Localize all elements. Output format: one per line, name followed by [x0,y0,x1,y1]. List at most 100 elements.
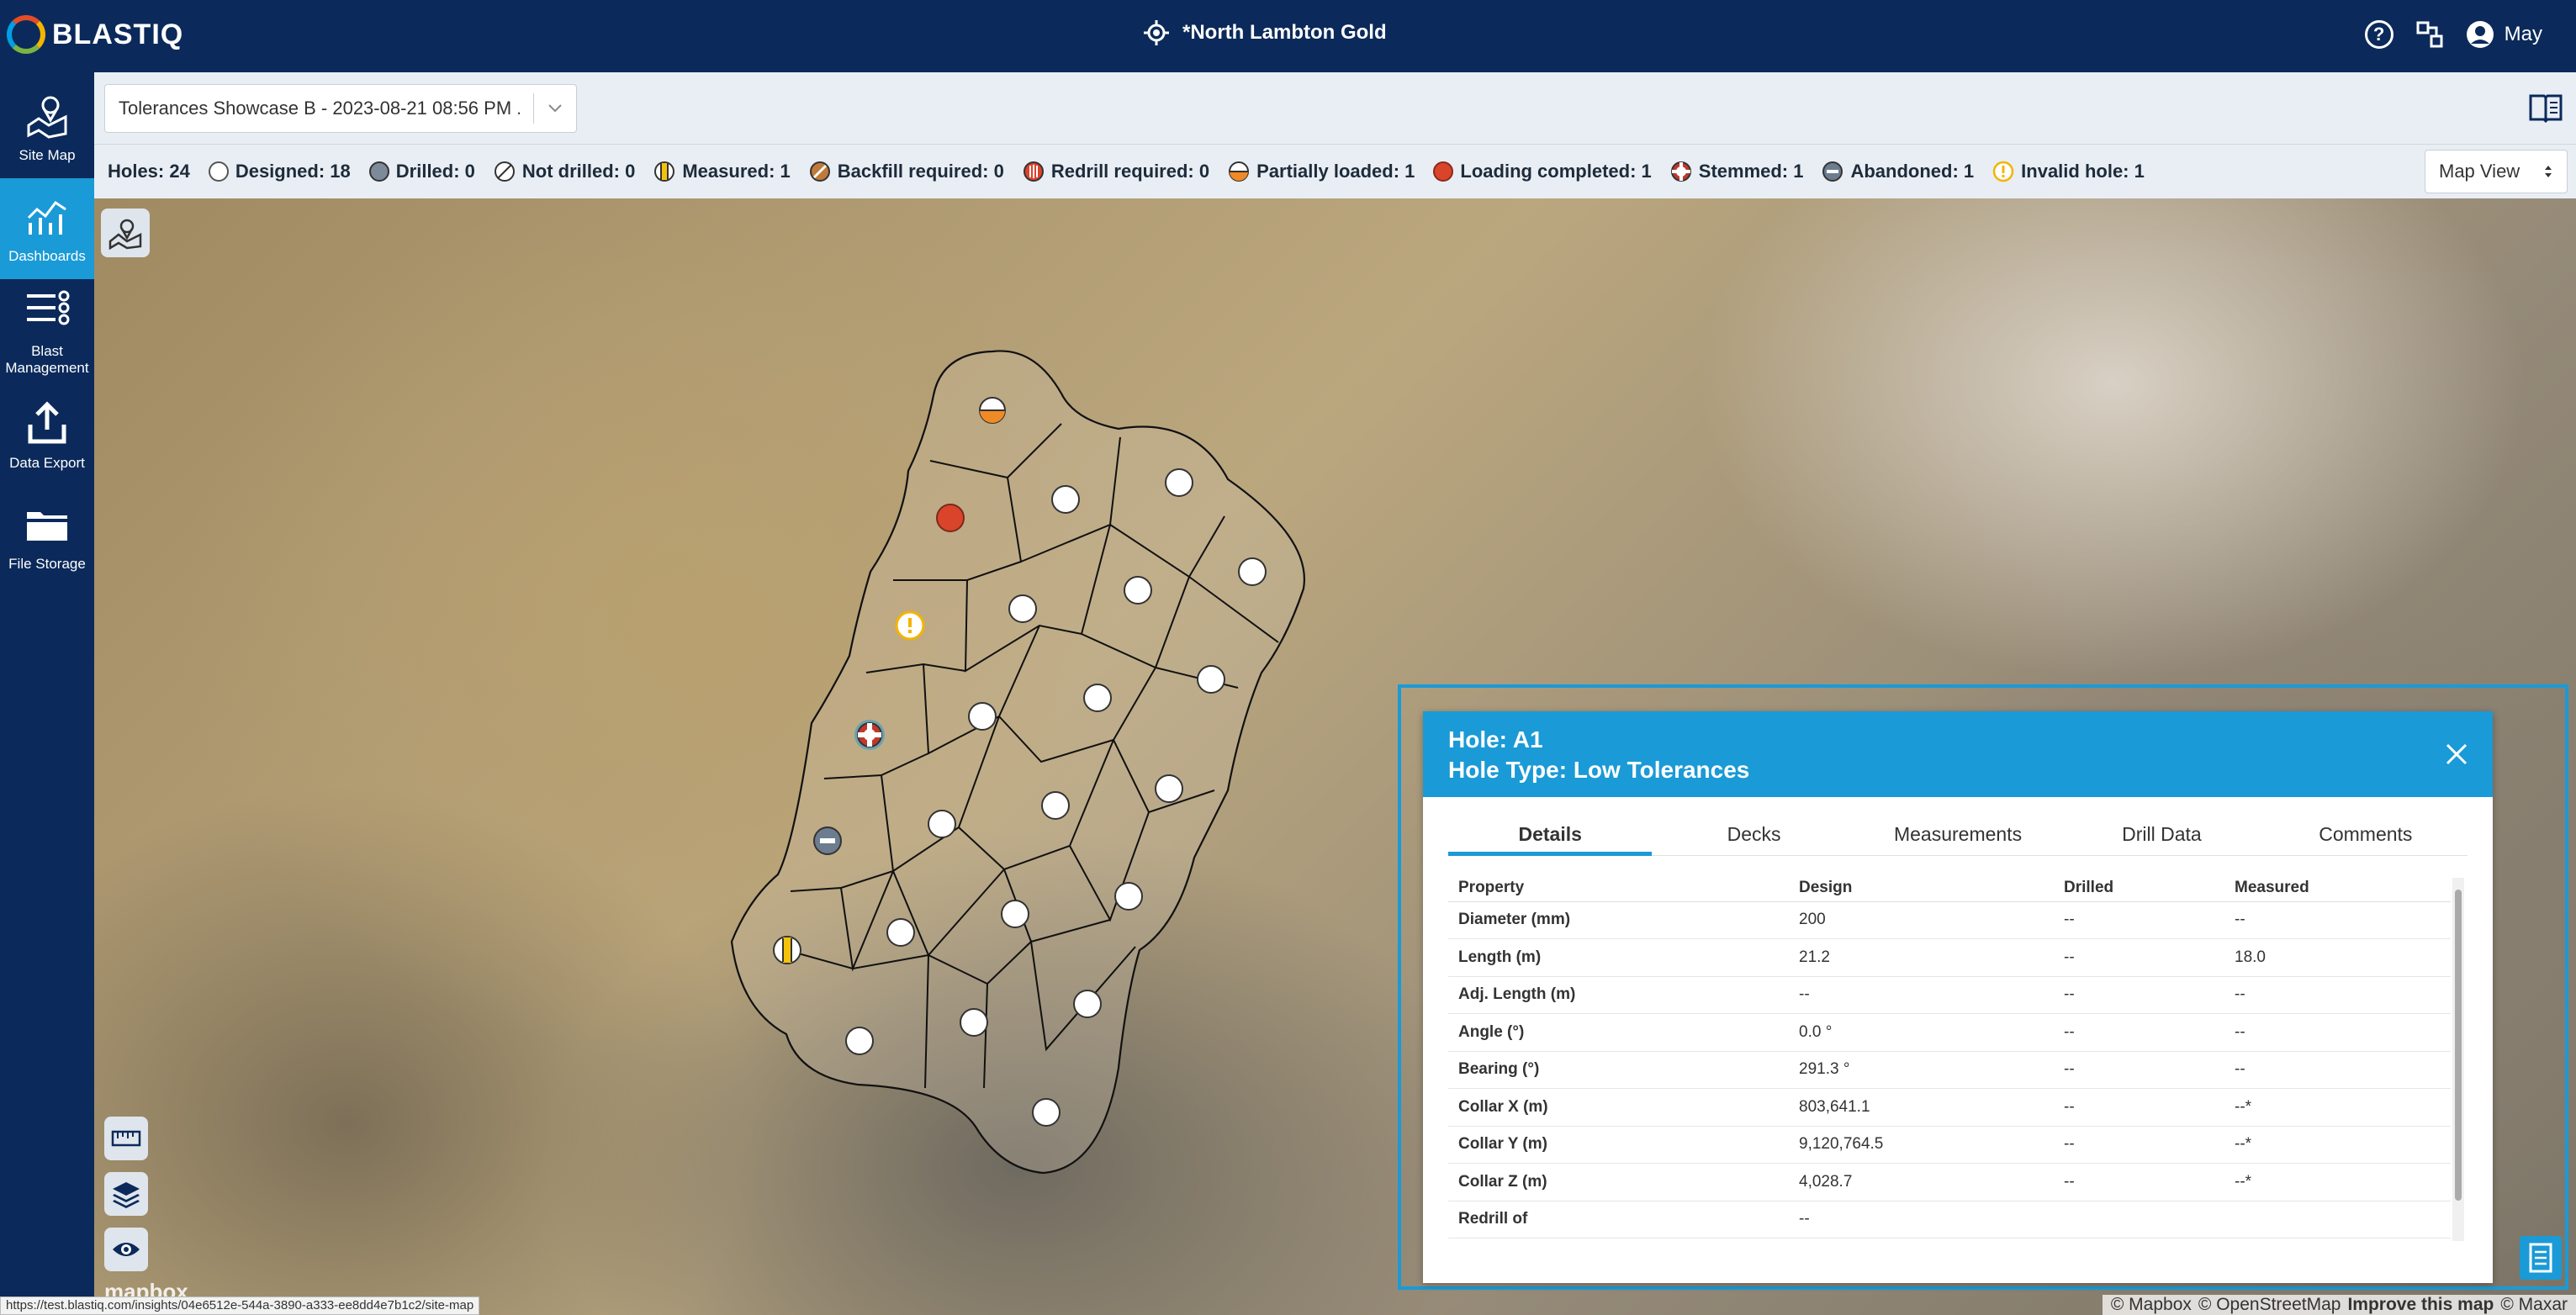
stat-abandoned[interactable]: Abandoned: 1 [1822,161,1974,182]
pattern-boundary [730,350,1305,1175]
hole-type: Hole Type: Low Tolerances [1448,757,1750,783]
column-header: Measured [2224,874,2451,902]
hole-loading-completed[interactable] [936,504,965,532]
stat-invalid[interactable]: Invalid hole: 1 [1992,161,2145,182]
maxar-attribution[interactable]: © Maxar [2500,1295,2568,1315]
status-url: https://test.blastiq.com/insights/04e651… [0,1297,480,1315]
value-cell: 0.0 ° [1789,1013,2054,1052]
stat-text: Measured: 1 [682,161,791,182]
loading-completed-icon [1433,161,1454,182]
location-target-icon [1144,20,1169,45]
drawer-toggle-button[interactable] [2520,1236,2562,1280]
property-cell: Redrill of [1448,1201,1789,1238]
blast-plan-select[interactable]: Tolerances Showcase B - 2023-08-21 08:56… [104,84,577,133]
scrollbar-thumb[interactable] [2455,890,2462,1201]
stat-text: Holes: 24 [108,161,190,182]
value-cell: 18.0 [2224,938,2451,977]
table-row: Length (m) 21.2 -- 18.0 [1448,938,2451,977]
stat-partially-loaded[interactable]: Partially loaded: 1 [1228,161,1415,182]
stat-not-drilled[interactable]: Not drilled: 0 [494,161,635,182]
app-logo[interactable]: BLASTIQ [7,15,183,54]
help-icon[interactable]: ? [2364,20,2394,49]
stat-holes: Holes: 24 [108,161,190,182]
user-guide-icon[interactable] [2527,89,2564,126]
stat-text: Stemmed: 1 [1698,161,1804,182]
nav-blast-management[interactable]: Blast Management [0,279,94,385]
logo-ring-icon [7,15,45,54]
stat-designed[interactable]: Designed: 18 [208,161,351,182]
tab-decks[interactable]: Decks [1652,812,1855,855]
stat-redrill[interactable]: Redrill required: 0 [1023,161,1209,182]
stat-text: Invalid hole: 1 [2021,161,2145,182]
dashboard-icon [27,200,66,235]
value-cell: -- [1789,1201,2054,1238]
stemmed-icon [1670,161,1691,182]
nav-label: File Storage [8,556,86,572]
stat-text: Loading completed: 1 [1460,161,1652,182]
value-cell: --* [2224,1126,2451,1164]
user-menu[interactable]: May [2466,20,2542,49]
value-cell: 291.3 ° [1789,1051,2054,1089]
layers-button[interactable] [104,1172,148,1216]
hole-abandoned[interactable] [813,826,842,855]
mapbox-attribution[interactable]: © Mapbox [2111,1295,2192,1315]
stat-loading-completed[interactable]: Loading completed: 1 [1433,161,1652,182]
table-scrollbar[interactable] [2452,878,2464,1241]
redrill-icon [1023,161,1044,182]
improve-map-link[interactable]: Improve this map [2347,1295,2494,1315]
value-cell: -- [2054,1013,2224,1052]
support-icon[interactable] [2415,20,2444,49]
stat-drilled[interactable]: Drilled: 0 [368,161,475,182]
nav-data-export[interactable]: Data Export [0,385,94,486]
property-cell: Collar Z (m) [1448,1163,1789,1201]
close-icon[interactable] [2442,740,2471,768]
not-drilled-icon [494,161,515,182]
nav-file-storage[interactable]: File Storage [0,486,94,587]
invalid-hole-icon [1992,161,2014,182]
hole-stemmed[interactable] [854,720,885,750]
user-avatar-icon [2466,21,2494,48]
value-cell: 803,641.1 [1789,1088,2054,1127]
select-divider [533,93,534,124]
top-right-actions: ? May [2364,20,2542,49]
map-attribution: © Mapbox © OpenStreetMap Improve this ma… [2102,1295,2576,1315]
view-mode-select[interactable]: Map View [2425,150,2568,193]
tab-measurements[interactable]: Measurements [1856,812,2060,855]
tab-drill-data[interactable]: Drill Data [2060,812,2263,855]
value-cell: --* [2224,1088,2451,1127]
value-cell: -- [2224,976,2451,1014]
panel-header: Hole: A1 Hole Type: Low Tolerances [1423,711,2493,797]
property-cell: Bearing (°) [1448,1051,1789,1089]
value-cell: 21.2 [1789,938,2054,977]
property-cell: Diameter (mm) [1448,901,1789,939]
partially-loaded-icon [1229,161,1250,182]
table-row: Collar Z (m) 4,028.7 -- --* [1448,1163,2451,1201]
nav-dashboards[interactable]: Dashboards [0,178,94,279]
nav-site-map[interactable]: Site Map [0,77,94,178]
tab-details[interactable]: Details [1448,812,1653,856]
user-name: May [2504,23,2542,45]
ruler-button[interactable] [104,1117,148,1160]
hole-invalid[interactable] [895,610,925,641]
stat-backfill[interactable]: Backfill required: 0 [809,161,1004,182]
stat-text: Abandoned: 1 [1850,161,1975,182]
value-cell: -- [2224,901,2451,939]
details-table-wrapper[interactable]: Property Design Drilled Measured Diamete… [1448,874,2464,1244]
chevron-down-icon [548,104,562,113]
table-row: Angle (°) 0.0 ° -- -- [1448,1013,2451,1052]
site-selector[interactable]: *North Lambton Gold [1144,20,1387,45]
hole-partially-loaded[interactable] [979,397,1006,424]
visibility-button[interactable] [104,1228,148,1271]
stat-text: Designed: 18 [235,161,351,182]
table-row: Collar Y (m) 9,120,764.5 -- --* [1448,1126,2451,1164]
map-layers-icon [108,219,142,250]
abandoned-icon [1822,161,1843,182]
stat-stemmed[interactable]: Stemmed: 1 [1670,161,1804,182]
tab-comments[interactable]: Comments [2264,812,2468,855]
value-cell: -- [2054,938,2224,977]
osm-attribution[interactable]: © OpenStreetMap [2198,1295,2341,1315]
hole-measured[interactable] [773,936,801,964]
stat-measured[interactable]: Measured: 1 [653,161,791,182]
map-style-button[interactable] [101,209,150,257]
hole-title: Hole: A1 [1448,726,1543,753]
